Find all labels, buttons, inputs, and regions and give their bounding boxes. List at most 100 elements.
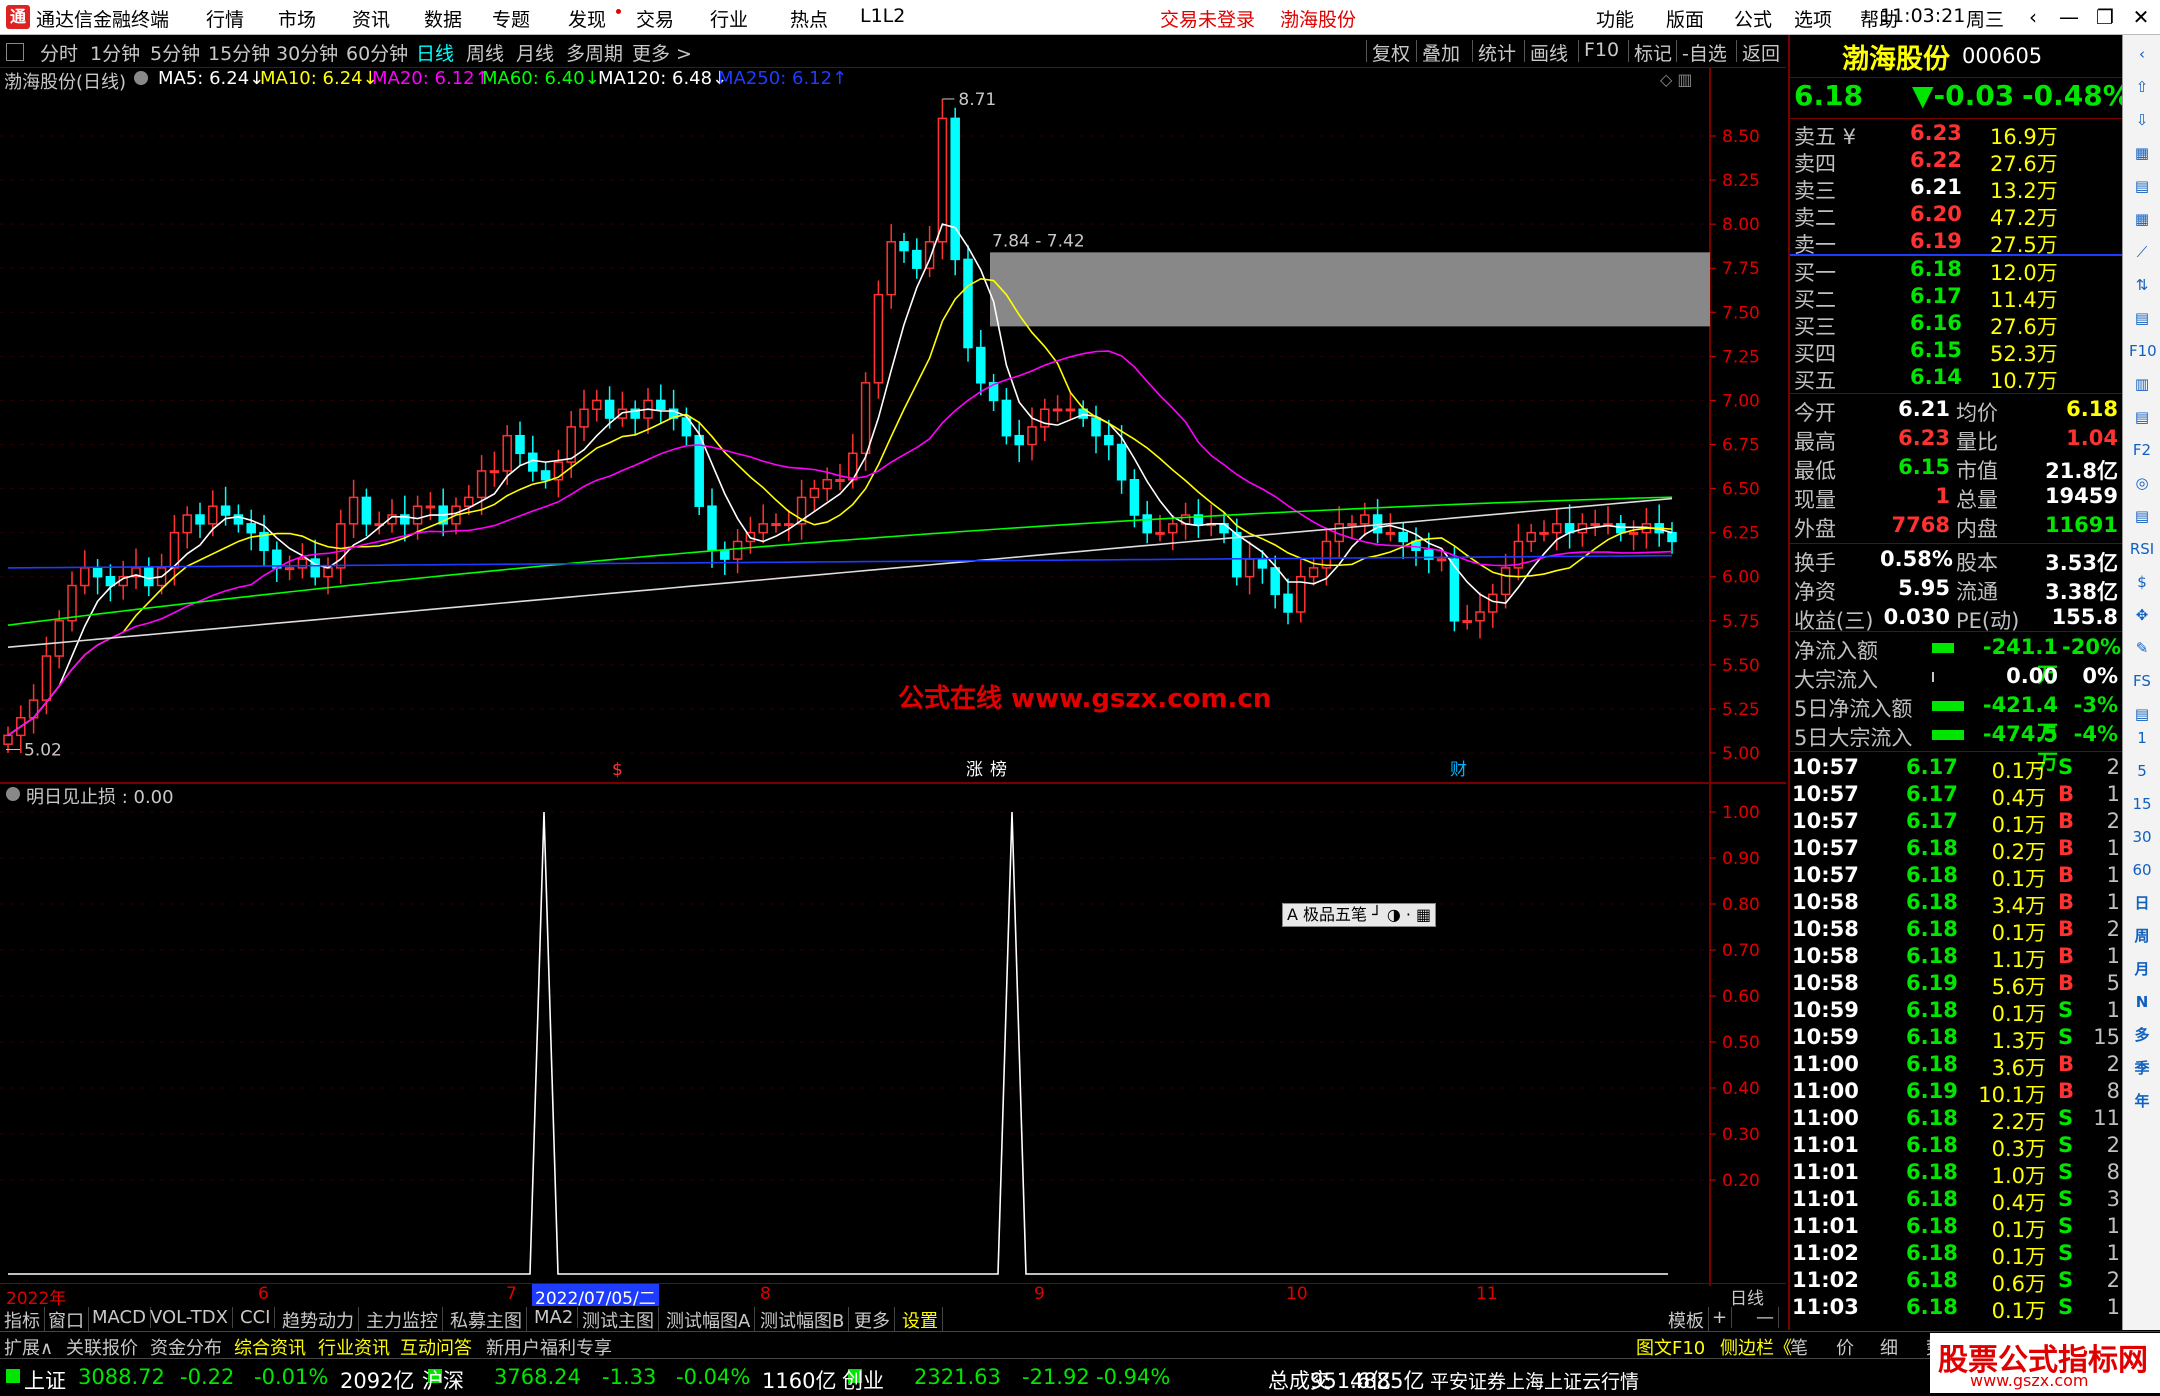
- side-icon-11[interactable]: ▤: [2129, 404, 2155, 430]
- event-marker-0[interactable]: $: [612, 760, 623, 780]
- menu-item-4[interactable]: 专题: [492, 5, 530, 32]
- login-status[interactable]: 交易未登录: [1160, 5, 1255, 32]
- right-menu-3[interactable]: 选项: [1794, 5, 1832, 32]
- indicator-settings-icon[interactable]: [6, 787, 20, 801]
- side-icon-8[interactable]: ▤: [2129, 305, 2155, 331]
- right-menu-0[interactable]: 功能: [1596, 5, 1634, 32]
- side-icon-13[interactable]: ◎: [2129, 470, 2155, 496]
- period-1[interactable]: 1分钟: [90, 39, 140, 66]
- menu-item-2[interactable]: 资讯: [352, 5, 390, 32]
- side-icon-4[interactable]: ▤: [2129, 173, 2155, 199]
- ext-right-4[interactable]: 细: [1880, 1334, 1898, 1360]
- side-icon-17[interactable]: ✥: [2129, 602, 2155, 628]
- candlesticks[interactable]: [3, 98, 1677, 753]
- ext-item-4[interactable]: 行业资讯: [318, 1334, 390, 1360]
- indicator-tab-6[interactable]: 主力监控: [362, 1307, 443, 1333]
- side-icon-22[interactable]: 5: [2129, 758, 2155, 784]
- menu-item-7[interactable]: 行业: [710, 5, 748, 32]
- side-icon-6[interactable]: ⟋: [2129, 239, 2155, 265]
- ext-item-3[interactable]: 综合资讯: [234, 1334, 306, 1360]
- event-marker-2[interactable]: 榜: [990, 760, 1007, 780]
- menu-item-3[interactable]: 数据: [424, 5, 462, 32]
- period-3[interactable]: 15分钟: [208, 39, 270, 66]
- right-menu-2[interactable]: 公式: [1734, 5, 1772, 32]
- index-label-0[interactable]: 上证: [24, 1365, 66, 1395]
- tool-2[interactable]: 统计: [1478, 39, 1516, 66]
- tool-6[interactable]: -自选: [1682, 39, 1727, 66]
- menu-item-6[interactable]: 交易: [636, 5, 674, 32]
- side-icon-29[interactable]: N: [2129, 989, 2155, 1015]
- price-zone-box[interactable]: [990, 252, 1710, 327]
- bids-price-2[interactable]: 6.16: [1910, 311, 1962, 335]
- menu-item-0[interactable]: 行情: [206, 5, 244, 32]
- indicator-tab-3[interactable]: VOL-TDX: [146, 1307, 233, 1328]
- side-icon-15[interactable]: RSI: [2129, 536, 2155, 562]
- asks-price-4[interactable]: 6.19: [1910, 229, 1962, 253]
- ext-right-1[interactable]: 侧边栏《: [1720, 1334, 1792, 1360]
- side-icon-14[interactable]: ▤: [2129, 503, 2155, 529]
- asks-price-2[interactable]: 6.21: [1910, 175, 1962, 199]
- tab-right-2[interactable]: —: [1752, 1307, 1779, 1328]
- indicator-chart[interactable]: 1.00 0.90 0.80 0.70 0.60 0.50 0.40 0.30 0.20: [0, 784, 1786, 1286]
- collapse-icon[interactable]: [6, 43, 24, 61]
- tool-7[interactable]: 返回: [1742, 39, 1780, 66]
- side-icon-0[interactable]: ‹: [2129, 41, 2155, 67]
- tool-3[interactable]: 画线: [1530, 39, 1568, 66]
- side-icon-32[interactable]: 年: [2129, 1088, 2155, 1114]
- ext-item-2[interactable]: 资金分布: [150, 1334, 222, 1360]
- indicator-tab-2[interactable]: MACD: [88, 1307, 151, 1328]
- side-icon-1[interactable]: ⇧: [2129, 74, 2155, 100]
- side-icon-21[interactable]: 1: [2129, 725, 2155, 751]
- index-label-1[interactable]: 沪深: [422, 1365, 464, 1395]
- indicator-tab-13[interactable]: 设置: [898, 1307, 943, 1333]
- event-marker-1[interactable]: 涨: [966, 760, 983, 780]
- side-icon-28[interactable]: 月: [2129, 956, 2155, 982]
- ext-right-0[interactable]: 图文F10: [1636, 1334, 1705, 1360]
- kline-chart-area[interactable]: 8.50 8.25 8.00 7.75 7.50 7.25 7.00 6.75 6.50 6.25…: [0, 67, 1786, 782]
- tab-right-1[interactable]: +: [1708, 1307, 1733, 1328]
- side-icon-26[interactable]: 日: [2129, 890, 2155, 916]
- asks-price-1[interactable]: 6.22: [1910, 148, 1962, 172]
- bids-price-1[interactable]: 6.17: [1910, 284, 1962, 308]
- side-icon-24[interactable]: 30: [2129, 824, 2155, 850]
- side-icon-20[interactable]: ▤: [2129, 701, 2155, 727]
- side-icon-23[interactable]: 15: [2129, 791, 2155, 817]
- indicator-tab-7[interactable]: 私募主图: [446, 1307, 527, 1333]
- side-icon-10[interactable]: ▥: [2129, 371, 2155, 397]
- period-10[interactable]: 更多 >: [632, 39, 692, 66]
- side-icon-19[interactable]: FS: [2129, 668, 2155, 694]
- period-5[interactable]: 60分钟: [346, 39, 408, 66]
- period-4[interactable]: 30分钟: [276, 39, 338, 66]
- ext-item-6[interactable]: 新用户福利专享: [486, 1334, 612, 1360]
- side-icon-25[interactable]: 60: [2129, 857, 2155, 883]
- period-6[interactable]: 日线: [416, 39, 454, 66]
- side-icon-3[interactable]: ▦: [2129, 140, 2155, 166]
- indicator-tab-11[interactable]: 测试幅图B: [756, 1307, 850, 1333]
- minimize-icon[interactable]: —: [2052, 3, 2086, 31]
- side-icon-5[interactable]: ▦: [2129, 206, 2155, 232]
- menu-item-1[interactable]: 市场: [278, 5, 316, 32]
- indicator-tab-10[interactable]: 测试幅图A: [662, 1307, 756, 1333]
- ext-item-0[interactable]: 扩展∧: [4, 1334, 53, 1360]
- indicator-tab-1[interactable]: 窗口: [44, 1307, 89, 1333]
- period-0[interactable]: 分时: [40, 39, 78, 66]
- indicator-tab-5[interactable]: 趋势动力: [278, 1307, 359, 1333]
- ext-right-2[interactable]: 笔: [1790, 1334, 1808, 1360]
- asks-price-3[interactable]: 6.20: [1910, 202, 1962, 226]
- restore-icon[interactable]: ❐: [2088, 3, 2122, 31]
- chart-options-icon[interactable]: ◇ ▥: [1660, 70, 1693, 89]
- side-icon-16[interactable]: $: [2129, 569, 2155, 595]
- menu-item-8[interactable]: 热点: [790, 5, 828, 32]
- settings-dot-icon[interactable]: [134, 71, 148, 85]
- bids-price-0[interactable]: 6.18: [1910, 257, 1962, 281]
- indicator-tab-9[interactable]: 测试主图: [578, 1307, 659, 1333]
- menu-item-9[interactable]: L1L2: [860, 5, 905, 27]
- indicator-tab-4[interactable]: CCI: [236, 1307, 276, 1328]
- period-9[interactable]: 多周期: [566, 39, 623, 66]
- indicator-tab-12[interactable]: 更多: [850, 1307, 895, 1333]
- side-icon-12[interactable]: F2: [2129, 437, 2155, 463]
- side-icon-27[interactable]: 周: [2129, 923, 2155, 949]
- right-menu-1[interactable]: 版面: [1666, 5, 1704, 32]
- event-marker-3[interactable]: 财: [1450, 760, 1467, 780]
- asks-price-0[interactable]: 6.23: [1910, 121, 1962, 145]
